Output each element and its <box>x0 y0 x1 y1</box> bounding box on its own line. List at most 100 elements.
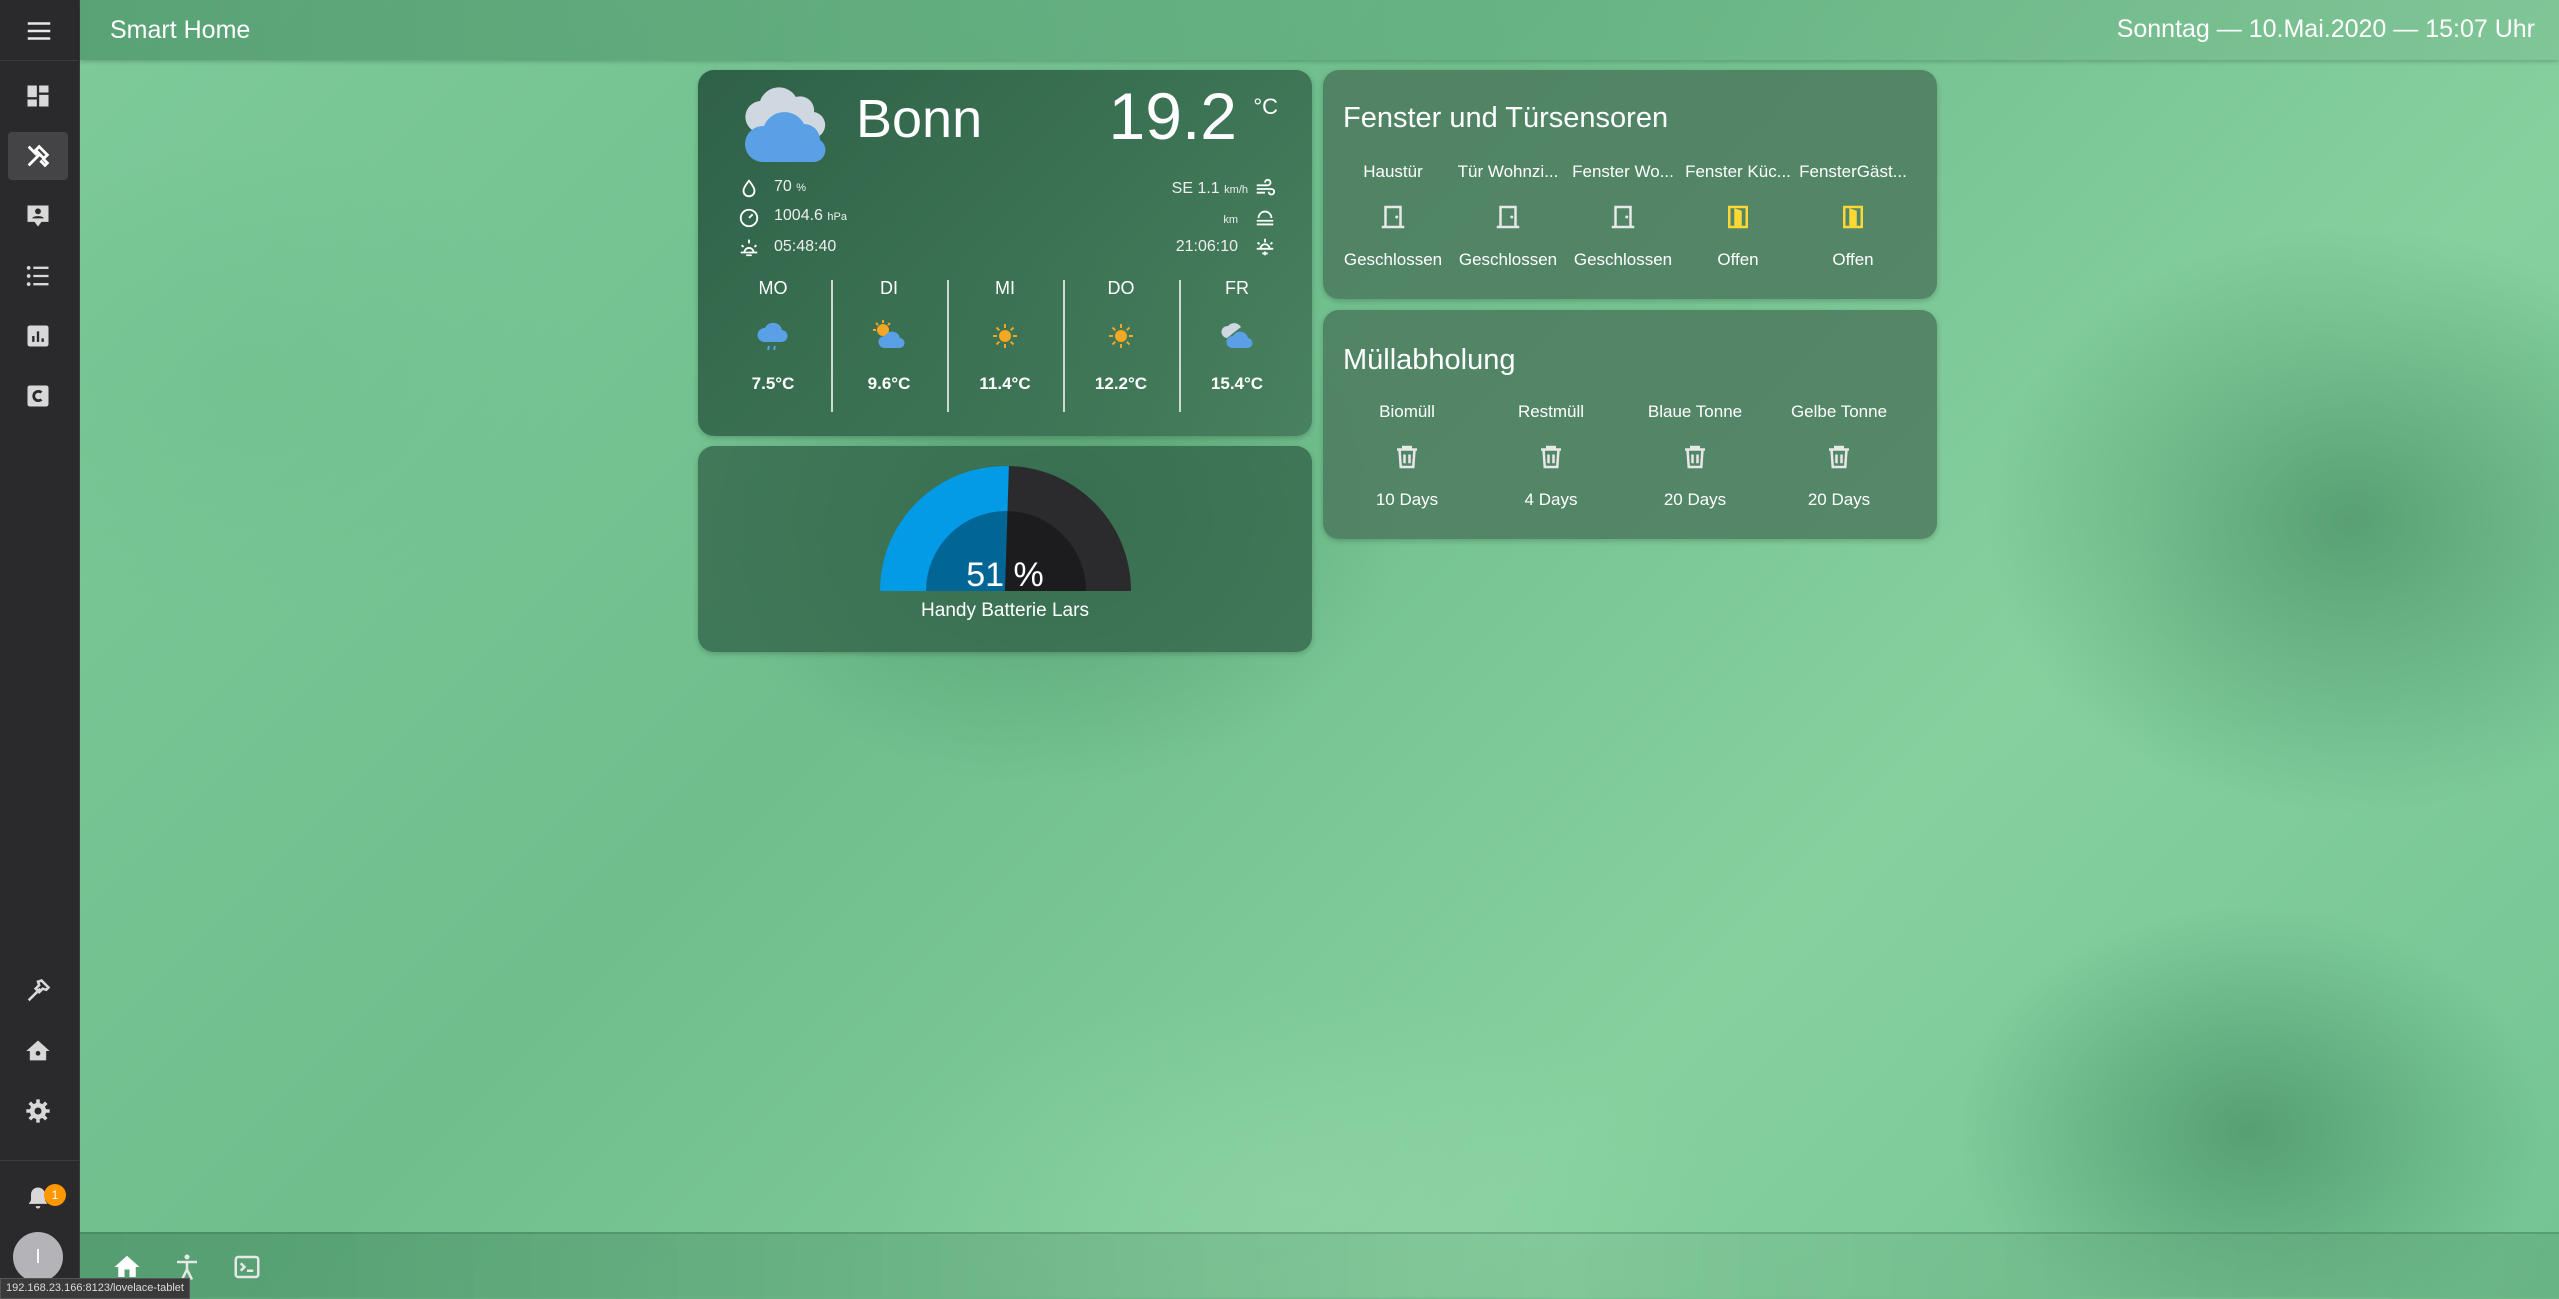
datetime-display: Sonntag — 10.Mai.2020 — 15:07 Uhr <box>2116 15 2535 43</box>
door-sensor-card: Fenster und Türsensoren Haustür Geschlos… <box>1323 70 1937 299</box>
trash-state: 4 Days <box>1524 490 1578 509</box>
sensor-name: Tür Wohnzi... <box>1457 162 1559 181</box>
sensor-haustuer[interactable]: Haustür Geschlossen <box>1335 162 1451 282</box>
home-assistant-icon <box>26 1040 50 1061</box>
trash-name: Gelbe Tonne <box>1790 402 1888 421</box>
humidity-icon <box>742 179 756 198</box>
sensor-state: Offen <box>1832 250 1874 269</box>
visibility-value: km <box>1223 214 1238 226</box>
sidebar-item-settings[interactable] <box>8 1087 68 1135</box>
dashboard-icon <box>27 85 49 107</box>
door-open-icon <box>1728 205 1748 229</box>
door-closed-icon <box>1381 205 1405 229</box>
trash-blaue-tonne[interactable]: Blaue Tonne 20 Days <box>1623 402 1767 522</box>
sidebar-item-overview[interactable] <box>8 72 68 120</box>
sensor-name: Fenster Wo... <box>1572 162 1674 181</box>
battery-value: 51 % <box>966 556 1044 594</box>
trash-can-icon <box>1397 445 1417 469</box>
trash-state: 20 Days <box>1807 490 1871 509</box>
hammer-icon <box>27 979 51 1002</box>
sensor-name: Fenster Küc... <box>1685 162 1791 181</box>
forecast-day-label: MI <box>995 278 1015 298</box>
trash-pickup-card: Müllabholung Biomüll 10 Days Restmüll 4 … <box>1323 310 1937 539</box>
forecast-day: DI 9.6°C <box>831 278 947 412</box>
forecast-day: FR 15.4°C <box>1179 278 1295 412</box>
forecast-day-label: FR <box>1225 278 1249 298</box>
trash-gelbe-tonne[interactable]: Gelbe Tonne 20 Days <box>1767 402 1911 522</box>
chart-bar-icon <box>27 325 49 347</box>
sidebar: 1 I <box>0 0 80 1297</box>
sidebar-item-history[interactable] <box>8 312 68 360</box>
sidebar-item-list[interactable] <box>8 252 68 300</box>
menu-icon[interactable] <box>22 16 56 46</box>
sidebar-item-supervisor[interactable] <box>8 1027 68 1075</box>
card-title: Fenster und Türsensoren <box>1343 102 1669 134</box>
forecast-day: MI 11.4°C <box>947 278 1063 412</box>
battery-name: Handy Batterie Lars <box>921 600 1089 621</box>
sunset-time: 21:06:10 <box>1175 238 1238 255</box>
card-title: Müllabholung <box>1343 344 1516 376</box>
door-closed-icon <box>1496 205 1520 229</box>
trash-biomuell[interactable]: Biomüll 10 Days <box>1335 402 1479 522</box>
gauge-icon <box>739 208 759 228</box>
gear-icon <box>26 1099 50 1123</box>
sensor-fenster-wohnzimmer[interactable]: Fenster Wo... Geschlossen <box>1565 162 1681 282</box>
sidebar-item-developer-tools[interactable] <box>8 967 68 1015</box>
forecast-day: DO 12.2°C <box>1063 278 1179 412</box>
bottom-tab-bar <box>80 1232 2559 1299</box>
tools-icon <box>27 144 50 168</box>
trash-can-icon <box>1685 445 1705 469</box>
trash-name: Restmüll <box>1517 402 1585 421</box>
sensor-state: Geschlossen <box>1573 250 1673 269</box>
sensor-state: Geschlossen <box>1458 250 1558 269</box>
format-list-icon <box>26 265 49 287</box>
trash-state: 20 Days <box>1663 490 1727 509</box>
alpha-c-box-icon <box>27 385 49 407</box>
trash-state: 10 Days <box>1375 490 1439 509</box>
trash-can-icon <box>1829 445 1849 469</box>
forecast-day: MO 7.5°C <box>715 278 831 412</box>
wind-value: SE 1.1 km/h <box>1171 180 1248 197</box>
trash-can-icon <box>1541 445 1561 469</box>
partly-cloudy-icon <box>873 320 905 349</box>
weather-temperature: 19.2 <box>1108 79 1237 153</box>
pressure-value: 1004.6 hPa <box>774 207 847 224</box>
trash-name: Blaue Tonne <box>1647 402 1743 421</box>
weather-card[interactable]: Bonn 19.2 °C 70 % 1004.6 hPa 05:48:40 SE… <box>698 70 1312 436</box>
humidity-value: 70 % <box>774 178 807 195</box>
sensor-tuer-wohnzimmer[interactable]: Tür Wohnzi... Geschlossen <box>1450 162 1566 282</box>
sidebar-header <box>0 0 79 61</box>
sensor-name: Haustür <box>1363 162 1423 181</box>
forecast-temp: 7.5°C <box>751 374 795 393</box>
sunset-icon <box>1256 238 1274 256</box>
sunrise-time: 05:48:40 <box>774 238 837 255</box>
account-box-icon <box>27 205 49 227</box>
trash-name: Biomüll <box>1379 402 1435 421</box>
sidebar-item-logbook[interactable] <box>8 192 68 240</box>
sidebar-item-c[interactable] <box>8 372 68 420</box>
forecast-temp: 12.2°C <box>1094 374 1148 393</box>
sidebar-item-tools[interactable] <box>8 132 68 180</box>
trash-restmuell[interactable]: Restmüll 4 Days <box>1479 402 1623 522</box>
sidebar-divider <box>0 1160 79 1161</box>
sensor-fenster-kueche[interactable]: Fenster Küc... Offen <box>1680 162 1796 282</box>
wind-icon <box>1256 178 1276 196</box>
top-bar: Smart Home Sonntag — 10.Mai.2020 — 15:07… <box>80 0 2559 60</box>
battery-gauge-card[interactable]: 51 % Handy Batterie Lars <box>698 446 1312 652</box>
door-closed-icon <box>1611 205 1635 229</box>
console-icon[interactable] <box>232 1252 262 1282</box>
sensor-fenster-gaeste[interactable]: FensterGäst... Offen <box>1795 162 1911 282</box>
page-title: Smart Home <box>110 16 251 44</box>
notification-badge: 1 <box>44 1184 66 1206</box>
sensor-state: Offen <box>1717 250 1759 269</box>
avatar[interactable]: I <box>13 1232 63 1282</box>
door-open-icon <box>1843 205 1863 229</box>
fog-icon <box>1256 210 1274 226</box>
partly-cloudy-icon <box>1221 323 1253 349</box>
forecast-day-label: DI <box>880 278 898 298</box>
rainy-icon <box>757 322 788 351</box>
weather-city: Bonn <box>856 89 983 149</box>
sensor-name: FensterGäst... <box>1799 162 1907 181</box>
sunrise-icon <box>740 239 758 257</box>
sunny-icon <box>1109 324 1133 348</box>
